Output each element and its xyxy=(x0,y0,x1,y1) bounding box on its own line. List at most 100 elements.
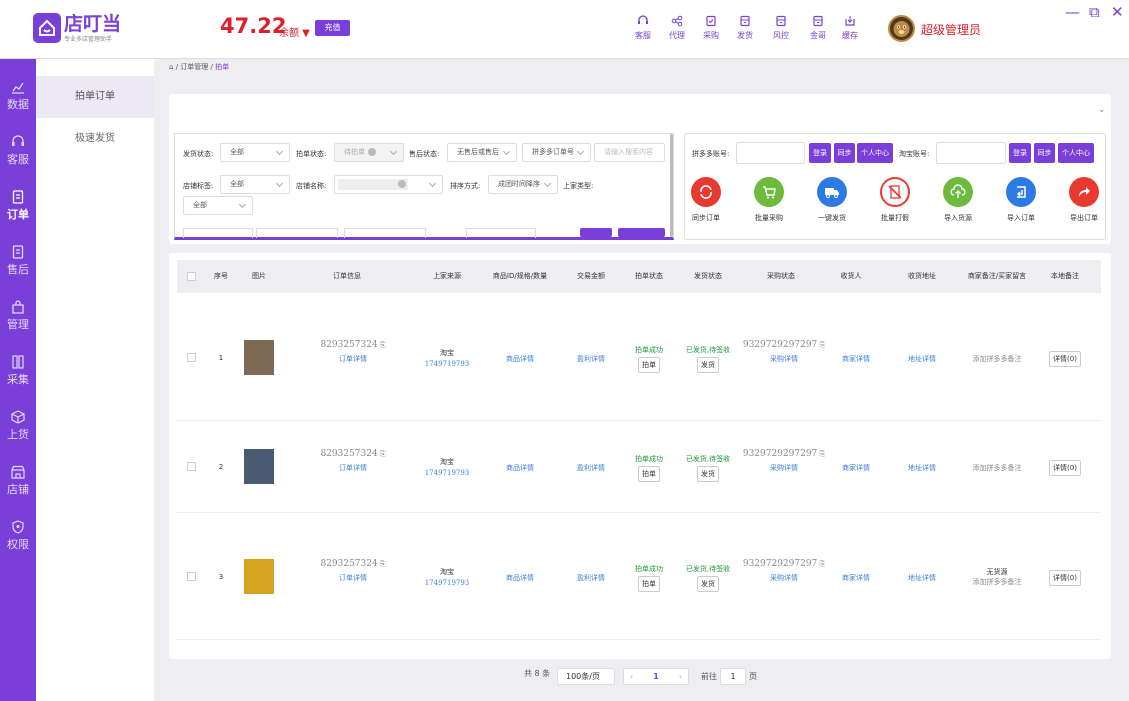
sidebar-item-collect[interactable]: 采集 xyxy=(0,355,36,387)
product-thumbnail[interactable] xyxy=(244,449,274,484)
search-button[interactable] xyxy=(580,228,612,237)
subnav-item-order[interactable]: 拍单订单 xyxy=(36,76,154,118)
tool-sync-order[interactable]: 同步订单 xyxy=(680,177,732,223)
source-id-link[interactable]: 1749719793 xyxy=(418,579,476,587)
sidebar-item-upload[interactable]: 上货 xyxy=(0,410,36,442)
breadcrumb-level1[interactable]: 订单管理 xyxy=(180,63,208,71)
purchase-detail-link[interactable]: 采购详情 xyxy=(742,354,826,364)
profit-detail-link[interactable]: 盈利详情 xyxy=(566,354,616,364)
sidebar-item-data[interactable]: 数据 xyxy=(0,80,36,112)
local-remark-button[interactable]: 详情(0) xyxy=(1049,460,1081,476)
topnav-purchase[interactable]: 采购 xyxy=(696,15,726,41)
profit-detail-link[interactable]: 盈利详情 xyxy=(566,463,616,473)
pd-button[interactable]: 拍单 xyxy=(638,466,660,482)
username[interactable]: 超级管理员 xyxy=(921,21,981,38)
topnav-cache[interactable]: 缓存 xyxy=(835,15,865,41)
prev-page-button[interactable]: ‹ xyxy=(630,669,633,684)
topnav-service[interactable]: 客服 xyxy=(628,15,658,41)
receiver-link[interactable]: 商家详情 xyxy=(830,354,882,364)
copy-icon[interactable]: ⎘ xyxy=(380,560,386,568)
taobao-sync-button[interactable]: 同步 xyxy=(1034,143,1055,163)
aftersale-select[interactable]: 无售后或售后 xyxy=(447,143,517,162)
copy-icon[interactable]: ⎘ xyxy=(820,341,826,349)
user-avatar[interactable] xyxy=(888,15,915,42)
product-detail-link[interactable]: 商品详情 xyxy=(484,354,556,364)
product-detail-link[interactable]: 商品详情 xyxy=(484,573,556,583)
hidden-filter-3[interactable] xyxy=(344,228,426,238)
search-input[interactable]: 请输入搜索内容 xyxy=(594,143,665,162)
select-all-checkbox[interactable] xyxy=(187,272,196,281)
add-remark-link[interactable]: 添加拼多多备注 xyxy=(958,577,1036,587)
local-remark-button[interactable]: 详情(0) xyxy=(1049,569,1081,586)
order-status-select[interactable]: 待拍单 xyxy=(334,143,404,162)
pd-button[interactable]: 拍单 xyxy=(638,575,660,592)
copy-icon[interactable]: ⎘ xyxy=(380,450,386,458)
copy-icon[interactable]: ⎘ xyxy=(820,560,826,568)
row-checkbox[interactable] xyxy=(187,571,196,581)
ship-button[interactable]: 发货 xyxy=(697,356,719,373)
ship-status-select[interactable]: 全部 xyxy=(220,143,290,162)
receiver-link[interactable]: 商家详情 xyxy=(830,463,882,473)
sidebar-item-service[interactable]: 客服 xyxy=(0,135,36,167)
taobao-personal-button[interactable]: 个人中心 xyxy=(1058,143,1094,163)
pd-button[interactable]: 拍单 xyxy=(638,356,660,373)
order-detail-link[interactable]: 订单详情 xyxy=(313,463,393,473)
next-page-button[interactable]: › xyxy=(679,669,682,684)
local-remark-button[interactable]: 详情(0) xyxy=(1049,350,1081,367)
goto-page-input[interactable]: 1 xyxy=(720,668,746,685)
store-name-select[interactable] xyxy=(334,175,443,194)
sidebar-item-permission[interactable]: 权限 xyxy=(0,520,36,552)
address-link[interactable]: 地址详情 xyxy=(896,354,948,364)
current-page[interactable]: 1 xyxy=(653,672,659,681)
row-checkbox[interactable] xyxy=(187,462,196,471)
topnav-shipping[interactable]: 发货 xyxy=(730,15,760,41)
page-size-select[interactable]: 100条/页 xyxy=(557,668,615,685)
row-checkbox[interactable] xyxy=(187,352,196,362)
profit-detail-link[interactable]: 盈利详情 xyxy=(566,573,616,583)
close-button[interactable]: ✕ xyxy=(1111,3,1124,21)
copy-icon[interactable]: ⎘ xyxy=(380,341,386,349)
order-detail-link[interactable]: 订单详情 xyxy=(313,354,393,364)
source-id-link[interactable]: 1749719793 xyxy=(418,360,476,368)
tool-import-source[interactable]: 导入货源 xyxy=(932,177,984,223)
ship-button[interactable]: 发货 xyxy=(697,575,719,592)
subnav-item-fast-ship[interactable]: 极速发货 xyxy=(36,118,154,160)
sidebar-item-aftersale[interactable]: 售后 xyxy=(0,245,36,277)
sidebar-item-store[interactable]: 店铺 xyxy=(0,465,36,497)
reset-button[interactable] xyxy=(618,228,665,237)
order-detail-link[interactable]: 订单详情 xyxy=(313,573,393,583)
tool-batch-purchase[interactable]: 批量采购 xyxy=(743,177,795,223)
sidebar-item-manage[interactable]: 管理 xyxy=(0,300,36,332)
sort-select[interactable]: 成团时间降序 xyxy=(488,175,558,194)
copy-icon[interactable]: ⎘ xyxy=(820,450,826,458)
hidden-filter-4[interactable] xyxy=(466,228,536,238)
home-icon[interactable]: ⌂ xyxy=(169,63,173,71)
pdd-sync-button[interactable]: 同步 xyxy=(834,143,855,163)
filter-scrollbar[interactable] xyxy=(670,134,673,237)
merchant-type-select[interactable]: 全部 xyxy=(183,196,253,215)
hidden-filter-2[interactable] xyxy=(256,228,338,238)
product-thumbnail[interactable] xyxy=(244,558,274,594)
pdd-account-input[interactable] xyxy=(736,142,805,164)
minimize-button[interactable]: — xyxy=(1065,3,1080,21)
add-remark-link[interactable]: 添加拼多多备注 xyxy=(958,354,1036,364)
hidden-filter-1[interactable] xyxy=(183,228,253,238)
balance-dropdown[interactable]: 余额 ▼ xyxy=(279,24,310,39)
taobao-account-input[interactable] xyxy=(936,142,1006,164)
receiver-link[interactable]: 商家详情 xyxy=(830,573,882,583)
tool-one-click-ship[interactable]: 一键发货 xyxy=(806,177,858,223)
address-link[interactable]: 地址详情 xyxy=(896,463,948,473)
taobao-login-button[interactable]: 登录 xyxy=(1009,143,1031,163)
purchase-detail-link[interactable]: 采购详情 xyxy=(742,573,826,583)
purchase-detail-link[interactable]: 采购详情 xyxy=(742,463,826,473)
topnav-wallet[interactable]: 金哥 xyxy=(803,15,833,41)
clear-icon[interactable] xyxy=(368,148,376,156)
tool-export-order[interactable]: 导出订单 xyxy=(1058,177,1110,223)
ship-button[interactable]: 发货 xyxy=(697,466,719,482)
recharge-button[interactable]: 充值 xyxy=(315,20,350,36)
store-tag-select[interactable]: 全部 xyxy=(220,175,290,194)
product-detail-link[interactable]: 商品详情 xyxy=(484,463,556,473)
source-id-link[interactable]: 1749719793 xyxy=(418,469,476,477)
product-thumbnail[interactable] xyxy=(244,339,274,375)
restore-button[interactable]: ⧉ xyxy=(1089,3,1100,21)
